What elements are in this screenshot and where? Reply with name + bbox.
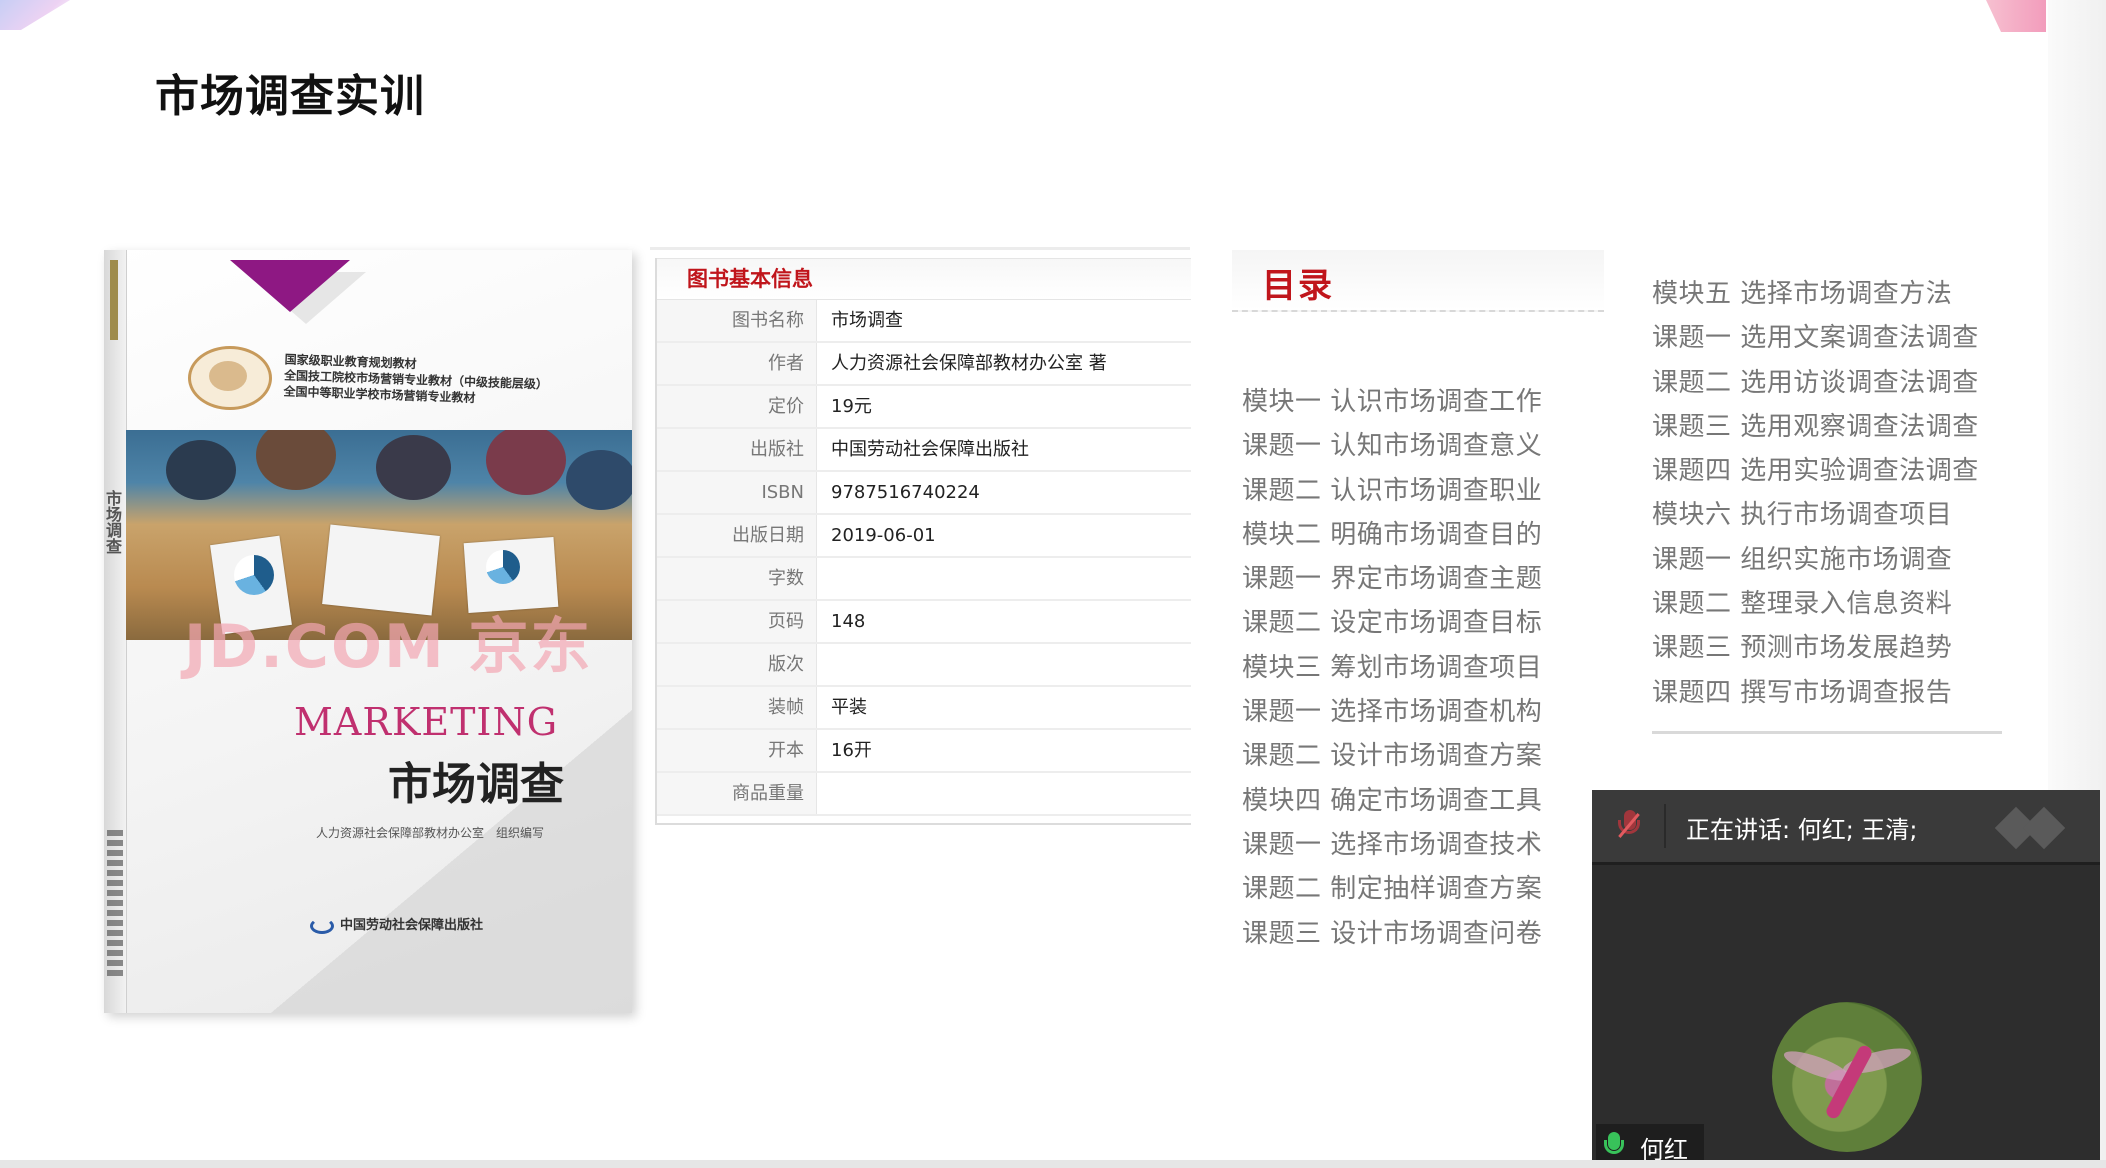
row-label: 图书名称 (657, 300, 817, 341)
row-value: 19元 (831, 396, 872, 417)
corner-decoration-left (0, 0, 70, 30)
toc-item: 课题三 设计市场调查问卷 (1242, 918, 1543, 949)
toc-item: 课题二 整理录入信息资料 (1652, 589, 1953, 620)
row-label: 字数 (657, 558, 817, 599)
row-label: 版次 (657, 644, 817, 685)
toc-item: 模块一 认识市场调查工作 (1242, 387, 1543, 417)
row-label: 页码 (657, 601, 817, 642)
table-row: 商品重量 (657, 773, 1191, 816)
toc-divider (1652, 731, 2002, 734)
info-table-header: 图书基本信息 (657, 258, 1191, 300)
book-editor: 人力资源社会保障部教材办公室 组织编写 (316, 826, 545, 840)
toc-item: 课题一 选用文案调查法调查 (1652, 323, 1979, 354)
table-row: ISBN 9787516740224 (657, 472, 1191, 515)
toc-item: 课题三 选用观察调查法调查 (1652, 411, 1979, 442)
row-value (817, 558, 1191, 599)
book-title-en: MARKETING (294, 700, 559, 744)
book-info-table: 图书基本信息 图书名称 市场调查 作者 人力资源社会保障部教材办公室 著 定价 19元… (655, 258, 1191, 825)
toc-header: 目录 (1232, 250, 1604, 312)
info-top-line (650, 247, 1190, 250)
watermark-text: JD.COM 京东 (184, 612, 593, 682)
series-info: 国家级职业教育规划教材 全国技工院校市场营销专业教材（中级技能层级） 全国中等职… (283, 351, 549, 408)
toc-column-2: 模块五 选择市场调查方法 课题一 选用文案调查法调查 课题二 选用访谈调查法调查… (1652, 272, 2012, 715)
row-value: 2019-06-01 (831, 525, 936, 546)
toc-item: 模块二 明确市场调查目的 (1242, 519, 1543, 550)
bottom-edge-bar (0, 1160, 2106, 1168)
table-row: 定价 19元 (657, 386, 1191, 429)
toc-item: 模块五 选择市场调查方法 (1652, 279, 1953, 309)
toc-item: 课题三 预测市场发展趋势 (1652, 633, 1953, 664)
row-label: 商品重量 (657, 773, 817, 814)
row-value: 平装 (831, 697, 867, 718)
table-row: 作者 人力资源社会保障部教材办公室 著 (657, 343, 1191, 386)
toc-title: 目录 (1262, 266, 1334, 306)
slide-title: 市场调查实训 (155, 71, 425, 122)
table-row: 页码 148 (657, 601, 1191, 644)
row-value: 人力资源社会保障部教材办公室 著 (831, 353, 1107, 374)
row-value (817, 773, 1191, 814)
row-label: 出版社 (657, 429, 817, 470)
toc-item: 课题一 选择市场调查技术 (1242, 829, 1543, 860)
video-meeting-panel[interactable]: 正在讲话: 何红; 王清; (1592, 790, 2100, 1168)
table-row: 图书名称 市场调查 (657, 300, 1191, 343)
corner-decoration-right (1986, 0, 2046, 32)
book-cover-image: 市场调查 国家级职业教育规划教材 全国技工院校市场营销专业教材（中级技能层级） … (104, 250, 632, 1013)
toc-item: 模块六 执行市场调查项目 (1652, 500, 1953, 531)
book-title-cn: 市场调查 (388, 759, 564, 810)
toc-item: 模块四 确定市场调查工具 (1242, 785, 1543, 816)
meeting-status-bar: 正在讲话: 何红; 王清; (1592, 790, 2100, 865)
row-label: ISBN (657, 472, 817, 513)
toc-item: 课题二 认识市场调查职业 (1242, 475, 1543, 506)
spine-accent (110, 260, 118, 340)
toc-item: 课题一 界定市场调查主题 (1242, 564, 1543, 595)
toc-item: 课题一 选择市场调查机构 (1242, 697, 1543, 728)
book-publisher: 中国劳动社会保障出版社 (310, 914, 483, 934)
row-label: 出版日期 (657, 515, 817, 556)
participant-video[interactable] (1592, 865, 2100, 1168)
mic-muted-button[interactable] (1610, 808, 1650, 844)
participant-name-tag: 何红 (1596, 1124, 1704, 1164)
bar-divider (1664, 804, 1666, 848)
toc-item: 课题二 制定抽样调查方案 (1242, 874, 1543, 905)
toc-item: 课题一 组织实施市场调查 (1652, 544, 1953, 575)
participant-avatar (1772, 1002, 1922, 1152)
book-spine: 市场调查 (104, 250, 127, 1013)
spine-title: 市场调查 (104, 490, 122, 554)
row-value: 16开 (831, 740, 872, 761)
row-label: 装帧 (657, 687, 817, 728)
row-label: 开本 (657, 730, 817, 771)
row-label: 作者 (657, 343, 817, 384)
table-row: 字数 (657, 558, 1191, 601)
toc-item: 课题二 选用访谈调查法调查 (1652, 367, 1979, 398)
row-label: 定价 (657, 386, 817, 427)
toc-column-1: 模块一 认识市场调查工作 课题一 认知市场调查意义 课题二 认识市场调查职业 模… (1242, 380, 1582, 965)
toc-item: 模块三 筹划市场调查项目 (1242, 652, 1543, 683)
row-value: 9787516740224 (831, 482, 980, 503)
toc-item: 课题二 设计市场调查方案 (1242, 741, 1543, 772)
table-row: 装帧 平装 (657, 687, 1191, 730)
table-row: 开本 16开 (657, 730, 1191, 773)
toc-item: 课题四 撰写市场调查报告 (1652, 677, 1953, 708)
app-logo-icon (1988, 806, 2084, 850)
school-seal-icon (188, 346, 272, 410)
row-value: 市场调查 (831, 310, 903, 331)
row-value: 中国劳动社会保障出版社 (831, 439, 1029, 460)
table-row: 版次 (657, 644, 1191, 687)
toc-item: 课题一 认知市场调查意义 (1242, 431, 1543, 462)
table-row: 出版社 中国劳动社会保障出版社 (657, 429, 1191, 472)
spine-publisher-mark (107, 830, 123, 980)
toc-item: 课题四 选用实验调查法调查 (1652, 456, 1979, 487)
row-value: 148 (831, 611, 866, 632)
table-row: 出版日期 2019-06-01 (657, 515, 1191, 558)
row-value (817, 644, 1191, 685)
speaking-indicator: 正在讲话: 何红; 王清; (1686, 816, 1918, 844)
toc-item: 课题二 设定市场调查目标 (1242, 608, 1543, 639)
